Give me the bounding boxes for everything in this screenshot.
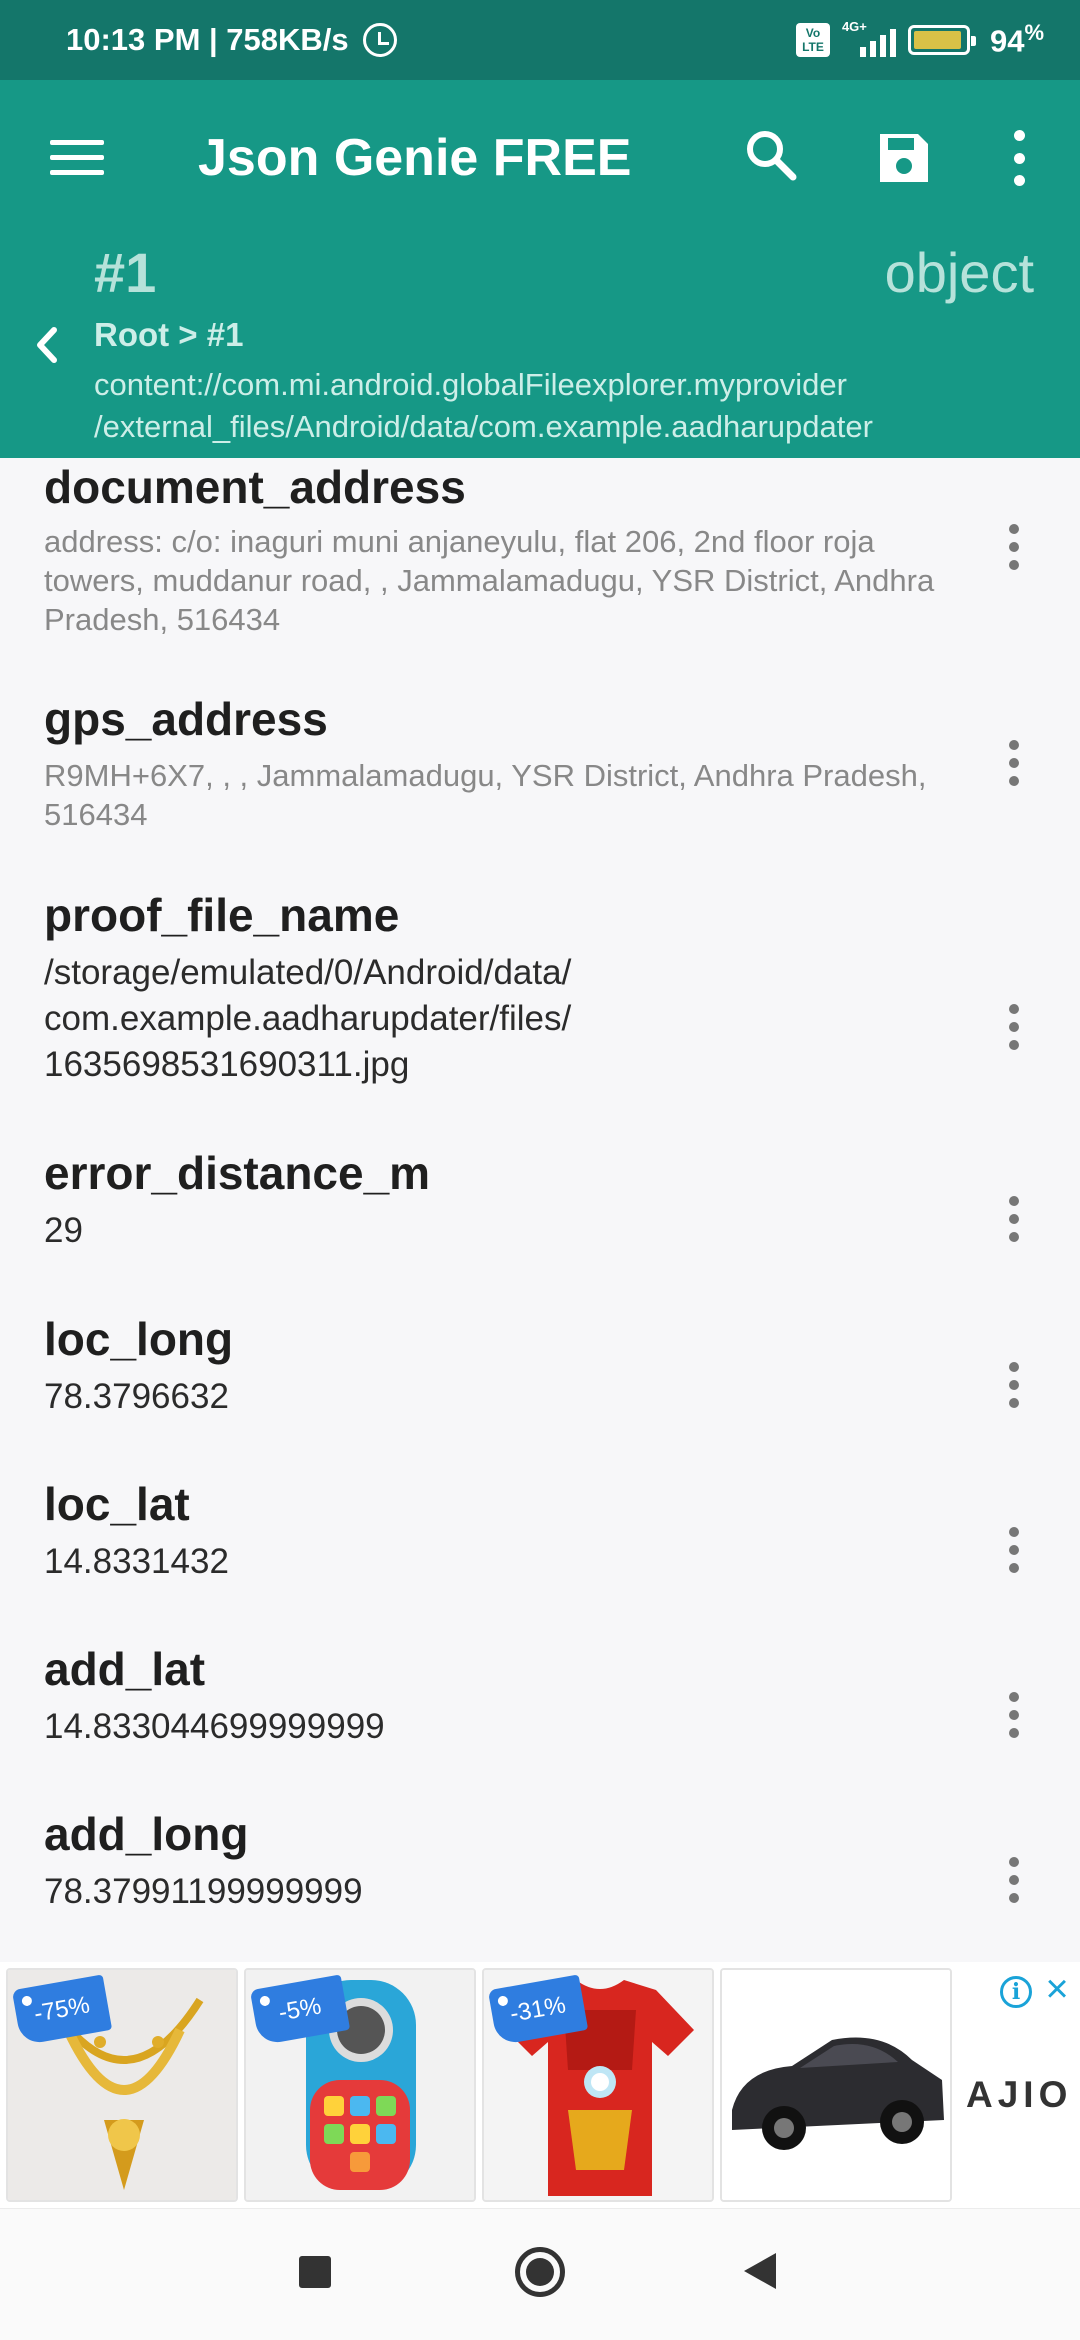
back-icon[interactable] — [744, 2253, 776, 2289]
item-value: 14.8331432 — [44, 1542, 229, 1581]
battery-unit: % — [1024, 20, 1044, 46]
more-vert-icon[interactable] — [1005, 1527, 1023, 1573]
network-signal: 4G+ — [842, 19, 896, 57]
more-vert-icon[interactable] — [1005, 1857, 1023, 1903]
overflow-menu-icon[interactable] — [1004, 130, 1034, 186]
item-value-line: /storage/emulated/0/Android/data/ — [44, 953, 572, 992]
battery-percent: 94% — [990, 20, 1044, 59]
node-type: object — [884, 241, 1034, 304]
more-vert-icon[interactable] — [1005, 1004, 1023, 1050]
save-icon[interactable] — [876, 130, 932, 186]
battery-value: 94 — [989, 23, 1025, 59]
list-item[interactable]: document_address address: c/o: inaguri m… — [0, 458, 1080, 662]
ad-close-icon[interactable]: × — [1040, 1969, 1074, 2009]
list-item[interactable]: add_long 78.37991199999999 — [0, 1805, 1080, 1935]
item-value: R9MH+6X7, , , Jammalamadugu, YSR Distric… — [44, 758, 927, 832]
more-vert-icon[interactable] — [1005, 1362, 1023, 1408]
ad-info-icon[interactable]: i — [1000, 1976, 1032, 2008]
list-item[interactable]: proof_file_name /storage/emulated/0/Andr… — [0, 886, 1080, 1086]
more-vert-icon[interactable] — [1005, 1196, 1023, 1242]
status-time-speed: 10:13 PM | 758KB/s — [66, 22, 349, 57]
file-path-line-2: /external_files/Android/data/com.example… — [94, 409, 873, 444]
ad-card-tshirt[interactable]: -31% — [482, 1968, 714, 2202]
ad-brand-label[interactable]: AJIO — [966, 2074, 1072, 2116]
item-value-line: 1635698531690311.jpg — [44, 1045, 410, 1084]
battery-fill — [913, 30, 961, 49]
item-value: address: c/o: inaguri muni anjaneyulu, f… — [44, 524, 935, 637]
alarm-icon — [362, 23, 397, 57]
item-key: error_distance_m — [44, 1147, 431, 1199]
more-vert-icon[interactable] — [1005, 740, 1023, 786]
search-icon[interactable] — [744, 128, 798, 182]
item-value-line: com.example.aadharupdater/files/ — [44, 999, 572, 1038]
list-item[interactable]: gps_address R9MH+6X7, , , Jammalamadugu,… — [0, 690, 1080, 840]
ad-card-necklace[interactable]: -75% — [6, 1968, 238, 2202]
item-key: proof_file_name — [44, 889, 400, 941]
item-value: 14.833044699999999 — [44, 1707, 385, 1746]
status-right: Vo LTE 4G+ 94% — [795, 19, 1044, 59]
item-key: loc_lat — [44, 1478, 190, 1530]
node-title: #1 — [94, 241, 157, 304]
list-item[interactable]: add_lat 14.833044699999999 — [0, 1640, 1080, 1770]
item-key: add_long — [44, 1808, 249, 1860]
ad-banner[interactable]: -75% -5% -31% i × AJIO — [0, 1962, 1080, 2208]
home-icon[interactable] — [515, 2247, 565, 2297]
status-bar: 10:13 PM | 758KB/s Vo LTE 4G+ 94% — [0, 0, 1080, 80]
app-bar: Json Genie FREE #1 object Root > #1 cont… — [0, 80, 1080, 458]
item-value: 78.3796632 — [44, 1377, 229, 1416]
recents-icon[interactable] — [299, 2256, 331, 2288]
back-chevron-icon[interactable] — [28, 320, 64, 370]
list-item[interactable]: loc_lat 14.8331432 — [0, 1475, 1080, 1605]
list-item[interactable]: error_distance_m 29 — [0, 1144, 1080, 1274]
ad-card-toy-phone[interactable]: -5% — [244, 1968, 476, 2202]
more-vert-icon[interactable] — [1005, 524, 1023, 570]
volte-icon: Vo LTE — [795, 22, 830, 57]
more-vert-icon[interactable] — [1005, 1692, 1023, 1738]
item-key: loc_long — [44, 1313, 234, 1365]
system-navigation-bar — [0, 2208, 1080, 2340]
status-left: 10:13 PM | 758KB/s — [66, 22, 397, 58]
file-path: content://com.mi.android.globalFileexplo… — [94, 364, 1074, 448]
app-title: Json Genie FREE — [198, 129, 632, 187]
item-key: document_address — [44, 461, 466, 513]
signal-icon — [859, 23, 896, 57]
battery-icon — [907, 24, 976, 55]
breadcrumb[interactable]: Root > #1 — [94, 316, 243, 354]
list-item[interactable]: loc_long 78.3796632 — [0, 1310, 1080, 1440]
file-path-line-1: content://com.mi.android.globalFileexplo… — [94, 367, 847, 402]
item-key: gps_address — [44, 693, 328, 745]
item-value: 29 — [44, 1211, 83, 1250]
hamburger-menu-icon[interactable] — [50, 140, 104, 176]
item-value: 78.37991199999999 — [44, 1872, 363, 1911]
item-key: add_lat — [44, 1643, 206, 1695]
item-value: /storage/emulated/0/Android/data/ com.ex… — [44, 950, 964, 1088]
toy-car-image — [732, 2037, 944, 2150]
ad-card-toy-car[interactable] — [720, 1968, 952, 2202]
